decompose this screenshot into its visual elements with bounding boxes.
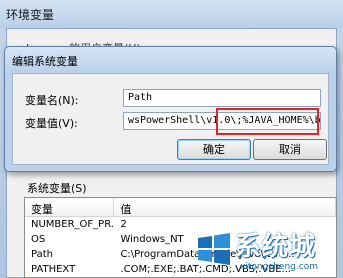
table-cell-variable: NUMBER_OF_PR... bbox=[31, 219, 115, 230]
column-header-value[interactable]: 值 bbox=[114, 198, 336, 216]
watermark-url: xitongcheng.com bbox=[240, 262, 318, 272]
table-cell-variable: OS bbox=[31, 234, 46, 245]
cancel-button[interactable]: 取消 bbox=[253, 139, 327, 160]
variable-name-label: 变量名(N): bbox=[25, 94, 79, 107]
dialog-titlebar[interactable]: 编辑系统变量 bbox=[5, 47, 336, 71]
ok-button[interactable]: 确定 bbox=[177, 139, 251, 160]
table-header: 变量 值 bbox=[25, 198, 336, 217]
highlight-annotation bbox=[216, 108, 319, 135]
dialog-title: 编辑系统变量 bbox=[12, 55, 78, 68]
column-header-variable[interactable]: 变量 bbox=[25, 198, 115, 216]
outer-window-title: 环境变量 bbox=[6, 8, 55, 22]
table-cell-variable: Path bbox=[31, 249, 53, 260]
variable-name-input[interactable]: Path bbox=[123, 89, 321, 107]
outer-titlebar[interactable]: 环境变量 bbox=[0, 0, 343, 28]
watermark-text: 系统城 bbox=[235, 232, 317, 262]
system-vars-label: 系统变量(S) bbox=[27, 182, 87, 195]
windows-logo-icon bbox=[198, 233, 230, 265]
table-cell-variable: PATHEXT bbox=[31, 264, 76, 275]
variable-value-label: 变量值(V): bbox=[25, 117, 78, 130]
